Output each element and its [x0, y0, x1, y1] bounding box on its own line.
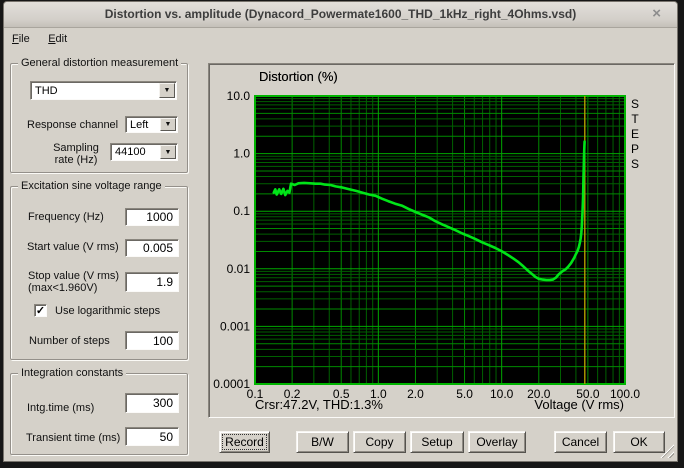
record-button[interactable]: Record: [219, 431, 270, 453]
chart-panel: Distortion (%) 0.1 0.2 0.5 1.0 2.0 5.0 10.0 20.…: [208, 63, 675, 418]
cursor-readout: Crsr:47.2V, THD:1.3%: [255, 397, 383, 412]
start-value-input[interactable]: [125, 239, 179, 257]
x-axis-label: Voltage (V rms): [534, 397, 624, 412]
start-value-label: Start value (V rms): [27, 241, 119, 253]
log-steps-label: Use logarithmic steps: [55, 305, 161, 317]
chevron-down-icon[interactable]: ▼: [160, 118, 176, 131]
number-of-steps-label: Number of steps: [29, 335, 110, 347]
frequency-label: Frequency (Hz): [28, 211, 104, 223]
close-icon[interactable]: ×: [652, 5, 661, 22]
dialog-window: Distortion vs. amplitude (Dynacord_Power…: [3, 1, 678, 462]
sampling-rate-label: Sampling rate (Hz): [53, 142, 99, 166]
chart-title-overlay: Distortion (%): [259, 69, 338, 84]
steps-axis-label: STEPS: [628, 97, 642, 172]
intg-time-input[interactable]: [125, 393, 179, 413]
intg-time-label: Intg.time (ms): [27, 402, 95, 414]
sampling-rate-select[interactable]: 44100 ▼: [110, 143, 178, 161]
measurement-type-select[interactable]: THD ▼: [30, 81, 177, 100]
svg-text:2.0: 2.0: [407, 387, 424, 401]
cancel-button[interactable]: Cancel: [554, 431, 607, 453]
menu-bar: File Edit: [4, 29, 677, 47]
group-excitation: Excitation sine voltage range Frequency …: [10, 180, 188, 360]
group-integration-title: Integration constants: [18, 367, 127, 379]
svg-text:0.0001: 0.0001: [213, 377, 250, 391]
number-of-steps-input[interactable]: [125, 331, 179, 350]
measurement-type-value: THD: [35, 84, 58, 97]
setup-button[interactable]: Setup: [410, 431, 464, 453]
group-excitation-title: Excitation sine voltage range: [18, 180, 165, 192]
chevron-down-icon[interactable]: ▼: [159, 83, 175, 98]
response-channel-label: Response channel: [27, 119, 119, 131]
svg-text:5.0: 5.0: [456, 387, 473, 401]
svg-text:0.001: 0.001: [220, 319, 250, 333]
group-integration: Integration constants Intg.time (ms) Tra…: [10, 367, 188, 455]
svg-text:10.0: 10.0: [227, 89, 251, 103]
group-general-distortion: General distortion measurement THD ▼ Res…: [10, 57, 188, 173]
svg-text:10.0: 10.0: [490, 387, 514, 401]
log-steps-checkbox[interactable]: ✓: [34, 304, 47, 317]
bw-button[interactable]: B/W: [296, 431, 349, 453]
frequency-input[interactable]: [125, 208, 179, 226]
response-channel-value: Left: [130, 118, 149, 131]
stop-value-label: Stop value (V rms) (max<1.960V): [28, 270, 120, 294]
transient-time-input[interactable]: [125, 427, 179, 446]
response-channel-select[interactable]: Left ▼: [125, 116, 178, 133]
ok-button[interactable]: OK: [613, 431, 665, 453]
svg-text:0.1: 0.1: [233, 204, 250, 218]
title-bar[interactable]: Distortion vs. amplitude (Dynacord_Power…: [4, 2, 677, 28]
menu-edit[interactable]: Edit: [42, 31, 73, 45]
group-general-title: General distortion measurement: [18, 57, 182, 69]
transient-time-label: Transient time (ms): [26, 432, 121, 444]
svg-text:0.01: 0.01: [227, 262, 251, 276]
distortion-chart[interactable]: 0.1 0.2 0.5 1.0 2.0 5.0 10.0 20.0 50.0 100.010.01…: [209, 64, 674, 417]
sampling-rate-value: 44100: [115, 146, 146, 158]
overlay-button[interactable]: Overlay: [468, 431, 526, 453]
chevron-down-icon[interactable]: ▼: [160, 145, 176, 159]
copy-button[interactable]: Copy: [353, 431, 406, 453]
stop-value-input[interactable]: [125, 272, 179, 292]
window-title: Distortion vs. amplitude (Dynacord_Power…: [104, 7, 577, 21]
menu-file[interactable]: File: [6, 31, 36, 45]
svg-text:1.0: 1.0: [233, 147, 250, 161]
